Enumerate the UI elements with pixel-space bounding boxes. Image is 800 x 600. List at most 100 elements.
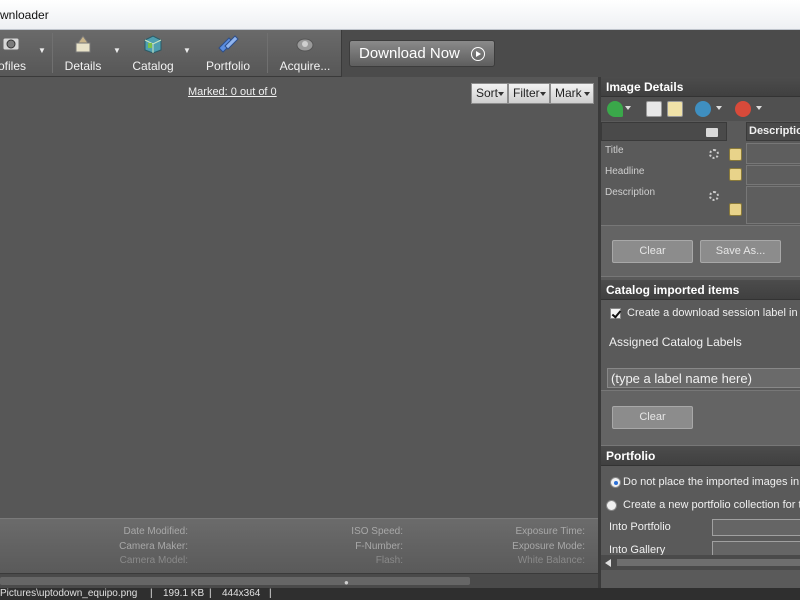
iso-speed-label: ISO Speed: (351, 526, 403, 537)
catalog-imported-header[interactable]: Catalog imported items (601, 280, 800, 300)
profiles-label: ofiles (0, 59, 26, 73)
description-auto-icon[interactable] (709, 191, 719, 201)
headline-input[interactable] (746, 165, 800, 185)
paste-icon[interactable] (667, 101, 683, 117)
download-now-label: Download Now (359, 45, 460, 62)
scroll-left-icon[interactable] (605, 559, 611, 567)
toolbar-separator (267, 33, 268, 73)
refresh-dropdown-icon[interactable] (756, 106, 762, 110)
headline-field-label: Headline (605, 166, 645, 177)
exposure-time-label: Exposure Time: (515, 526, 585, 537)
camera-icon (2, 37, 20, 51)
description-lock-icon[interactable] (729, 203, 742, 216)
window-title: wnloader (0, 8, 49, 22)
clear-catalog-button[interactable]: Clear (612, 406, 693, 429)
filter-label: Filter (513, 86, 540, 100)
into-portfolio-label: Into Portfolio (609, 521, 671, 533)
new-portfolio-text: Create a new portfolio collection for th… (623, 499, 800, 511)
title-input[interactable] (746, 143, 800, 164)
details-dropdown-icon[interactable]: ▼ (112, 46, 122, 56)
no-portfolio-text: Do not place the imported images in a p (623, 476, 800, 488)
description-column-header: Description (746, 122, 800, 141)
flash-label: Flash: (375, 555, 403, 566)
portfolio-button[interactable]: Portfolio (202, 30, 254, 77)
folder-icon[interactable] (706, 128, 718, 137)
title-field-label: Title (605, 145, 624, 156)
scrollbar-thumb[interactable] (0, 577, 470, 585)
session-label-checkbox[interactable] (610, 308, 621, 319)
title-bar: wnloader (0, 0, 800, 30)
details-icon (75, 35, 91, 53)
into-portfolio-input[interactable] (712, 519, 800, 536)
clear-details-button[interactable]: Clear (612, 240, 693, 263)
globe-dropdown-icon[interactable] (716, 106, 722, 110)
title-auto-icon[interactable] (709, 149, 719, 159)
sort-dropdown-icon (498, 92, 504, 96)
status-bar: Pictures\uptodown_equipo.png | 199.1 KB … (0, 588, 800, 600)
grip-dot-icon: ● (344, 578, 349, 587)
acquire-label: Acquire... (279, 59, 331, 73)
fields-column-header (601, 122, 727, 141)
acquire-icon (296, 38, 314, 52)
portfolio-option-new[interactable]: Create a new portfolio collection for th… (606, 499, 800, 513)
session-label-checkbox-row[interactable]: Create a download session label in the (610, 307, 800, 321)
catalog-label-input[interactable] (607, 368, 800, 388)
download-now-button[interactable]: Download Now (349, 40, 495, 67)
status-file-size: 199.1 KB (163, 588, 205, 599)
apply-icon[interactable] (607, 101, 623, 117)
sort-label: Sort (476, 86, 499, 100)
status-dimensions: 444x364 (222, 588, 261, 599)
image-details-header[interactable]: Image Details (601, 77, 800, 97)
portfolio-option-none[interactable]: Do not place the imported images in a p (610, 476, 800, 490)
filter-button[interactable]: Filter (508, 83, 550, 104)
profiles-dropdown-icon[interactable]: ▼ (37, 46, 47, 56)
description-input[interactable] (746, 186, 800, 224)
session-label-text: Create a download session label in the (627, 307, 800, 319)
thumbnail-area[interactable] (0, 77, 598, 518)
apply-dropdown-icon[interactable] (625, 106, 631, 110)
status-separator: | (150, 588, 153, 599)
camera-maker-label: Camera Maker: (119, 541, 188, 552)
details-label: Details (64, 59, 102, 73)
refresh-icon[interactable] (735, 101, 751, 117)
portfolio-icon (218, 35, 239, 53)
acquire-button[interactable]: Acquire... (276, 30, 334, 77)
title-lock-icon[interactable] (729, 148, 742, 161)
exposure-mode-label: Exposure Mode: (512, 541, 585, 552)
assigned-labels-title: Assigned Catalog Labels (609, 335, 742, 349)
status-separator: | (209, 588, 212, 599)
mark-label: Mark (555, 86, 582, 100)
white-balance-label: White Balance: (517, 555, 585, 566)
marked-count-link[interactable]: Marked: 0 out of 0 (188, 86, 277, 98)
mark-dropdown-icon (584, 92, 590, 96)
right-panel: Image Details Description Title Headline… (601, 77, 800, 588)
new-portfolio-radio[interactable] (606, 500, 617, 511)
copy-icon[interactable] (646, 101, 662, 117)
portfolio-label: Portfolio (205, 59, 251, 73)
no-portfolio-radio[interactable] (610, 477, 621, 488)
globe-icon[interactable] (695, 101, 711, 117)
catalog-label: Catalog (132, 59, 174, 73)
catalog-dropdown-icon[interactable]: ▼ (182, 46, 192, 56)
catalog-button[interactable]: Catalog (128, 30, 178, 77)
sort-button[interactable]: Sort (471, 83, 508, 104)
save-as-button[interactable]: Save As... (700, 240, 781, 263)
details-button[interactable]: Details (60, 30, 106, 77)
f-number-label: F-Number: (355, 541, 403, 552)
mark-button[interactable]: Mark (550, 83, 594, 104)
filter-dropdown-icon (540, 92, 546, 96)
catalog-icon (144, 35, 162, 54)
horizontal-scrollbar[interactable]: ● (0, 573, 598, 588)
status-file-path: Pictures\uptodown_equipo.png (0, 588, 138, 599)
camera-model-label: Camera Model: (119, 555, 188, 566)
metadata-strip: Date Modified: Camera Maker: Camera Mode… (0, 518, 598, 573)
image-details-toolbar (601, 97, 800, 121)
catalog-buttons: Clear (601, 390, 800, 446)
portfolio-header[interactable]: Portfolio (601, 446, 800, 466)
toolbar-button-group: ofiles ▼ Details ▼ Catalog ▼ Portfolio A… (0, 30, 342, 77)
headline-lock-icon[interactable] (729, 168, 742, 181)
right-panel-scrollbar[interactable] (601, 555, 800, 570)
date-modified-label: Date Modified: (123, 526, 188, 537)
profiles-button[interactable]: ofiles (0, 30, 32, 77)
right-panel-scroll-thumb[interactable] (617, 559, 800, 566)
